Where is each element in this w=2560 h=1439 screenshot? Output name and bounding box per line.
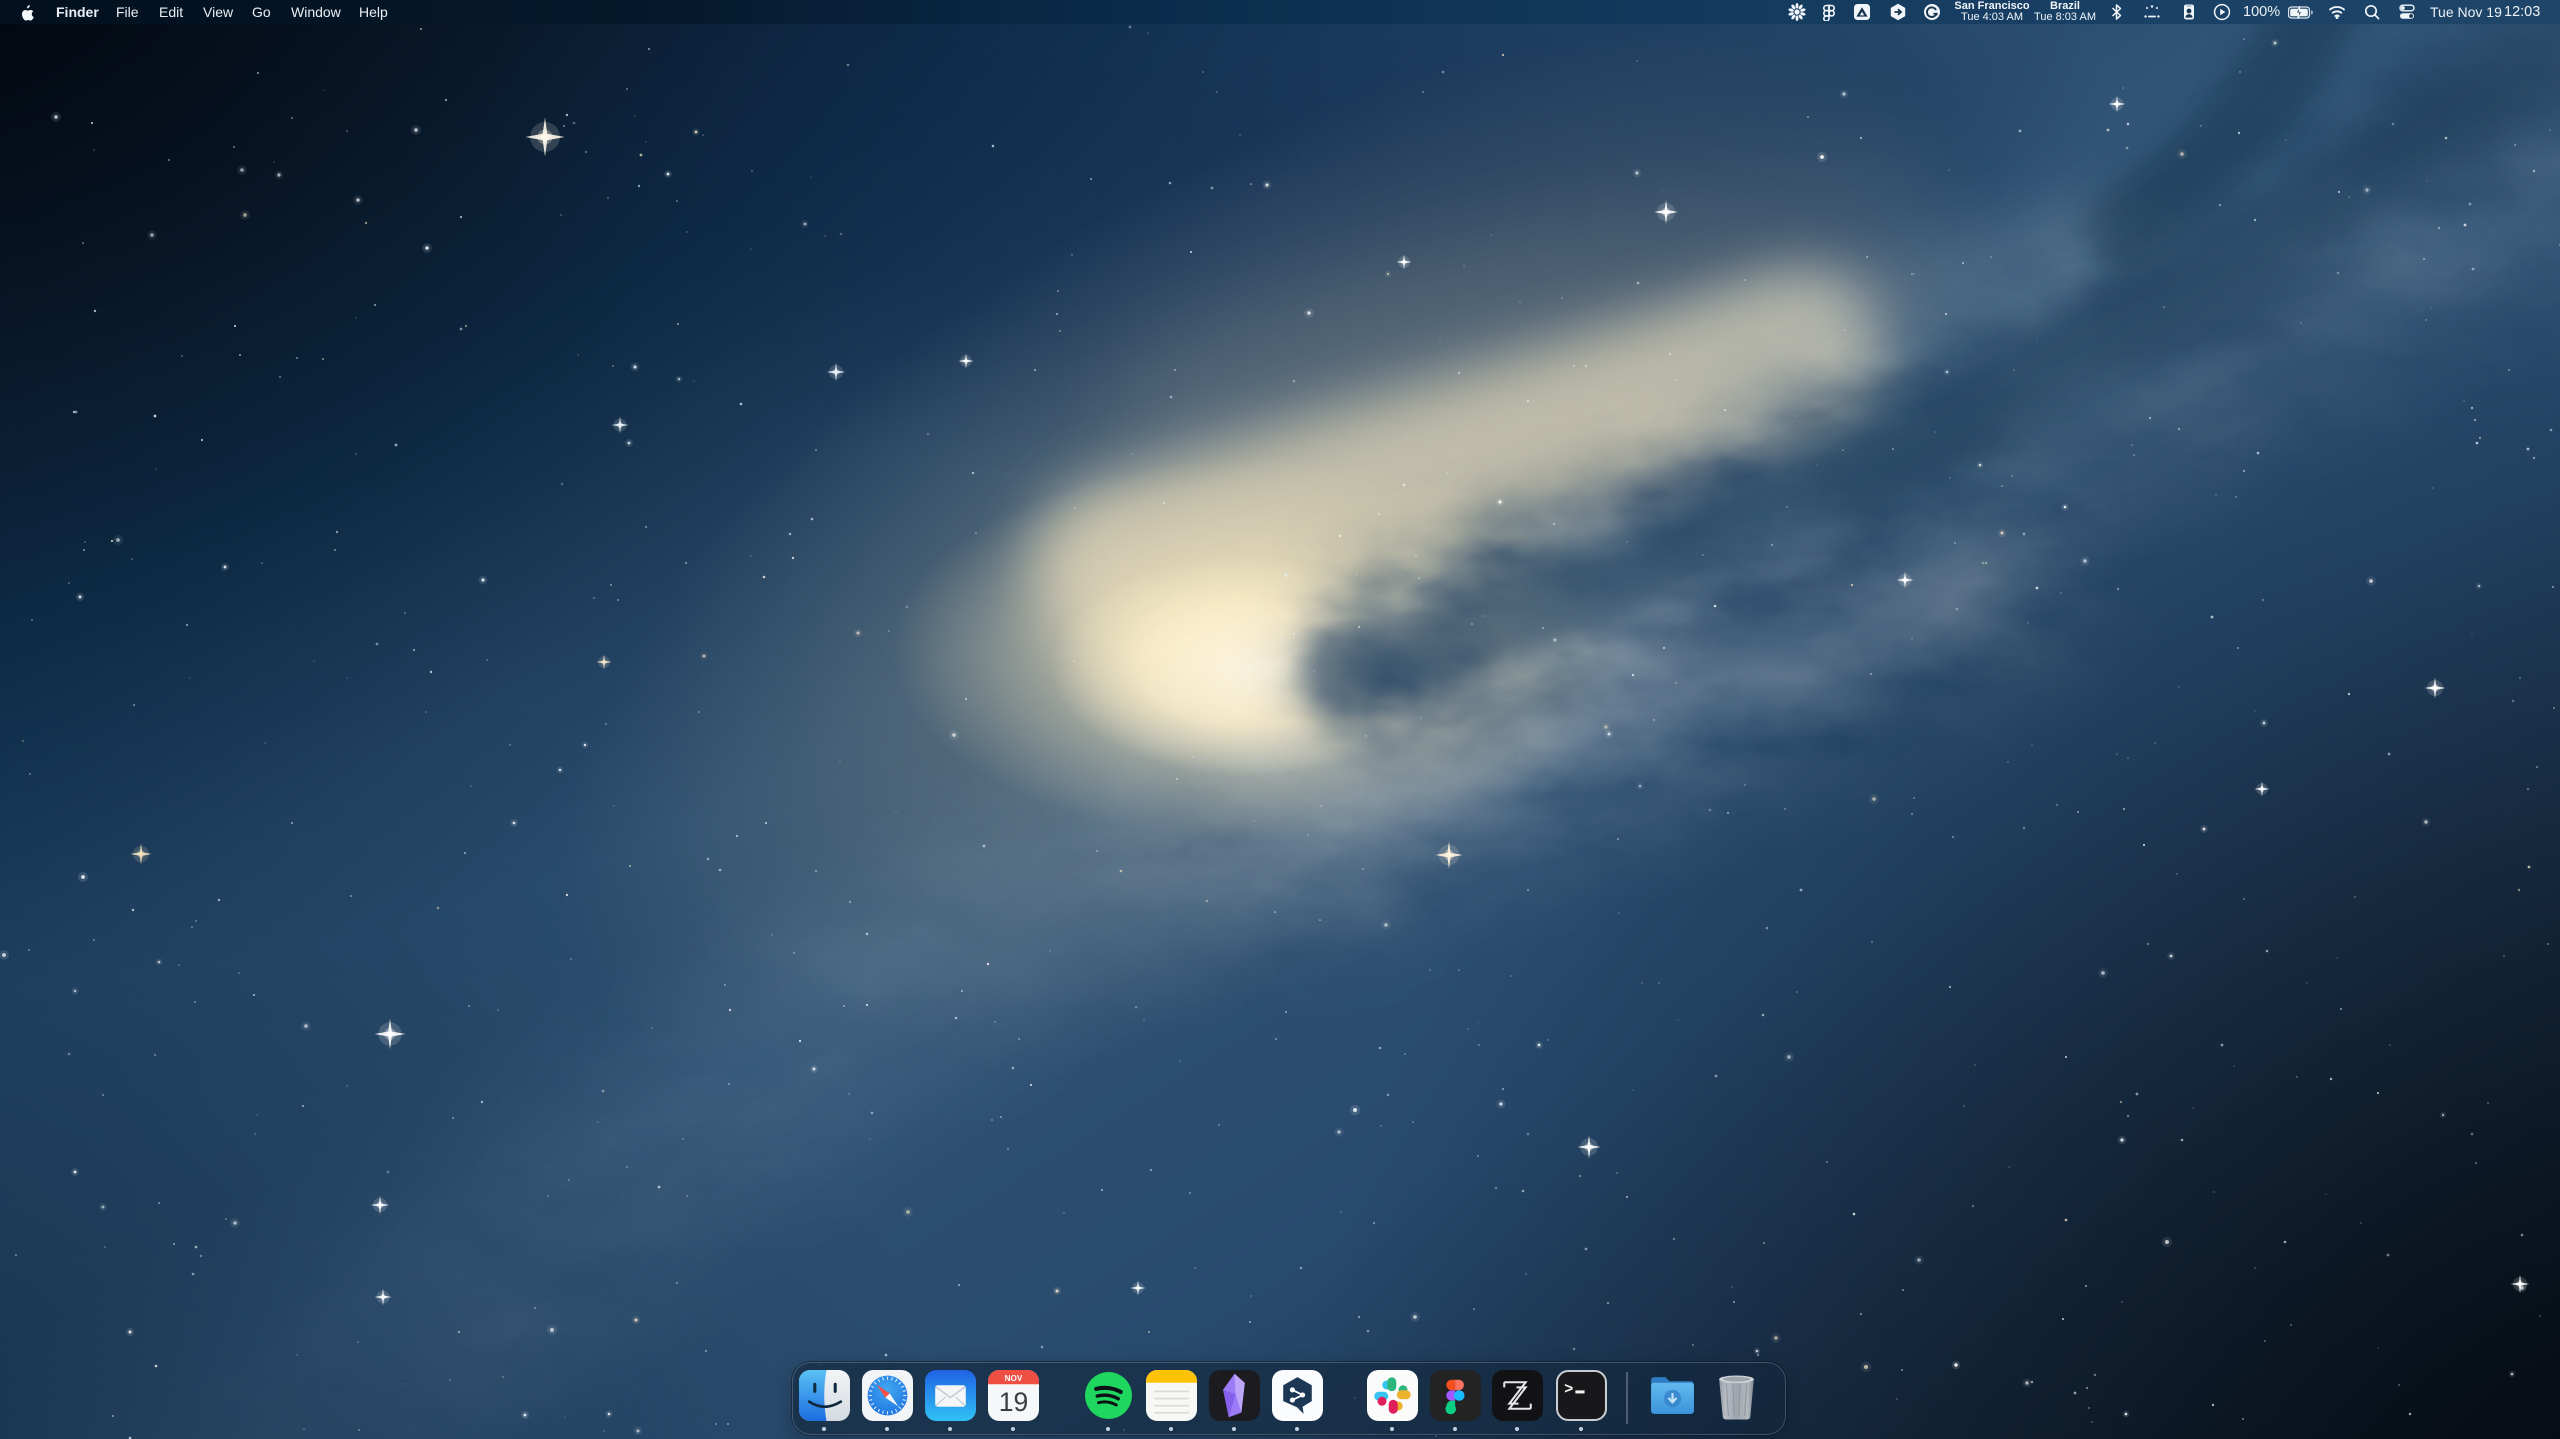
svg-text:19: 19 xyxy=(998,1387,1028,1417)
svg-text:>: > xyxy=(1564,1380,1573,1398)
svg-text:NOV: NOV xyxy=(1004,1374,1022,1383)
